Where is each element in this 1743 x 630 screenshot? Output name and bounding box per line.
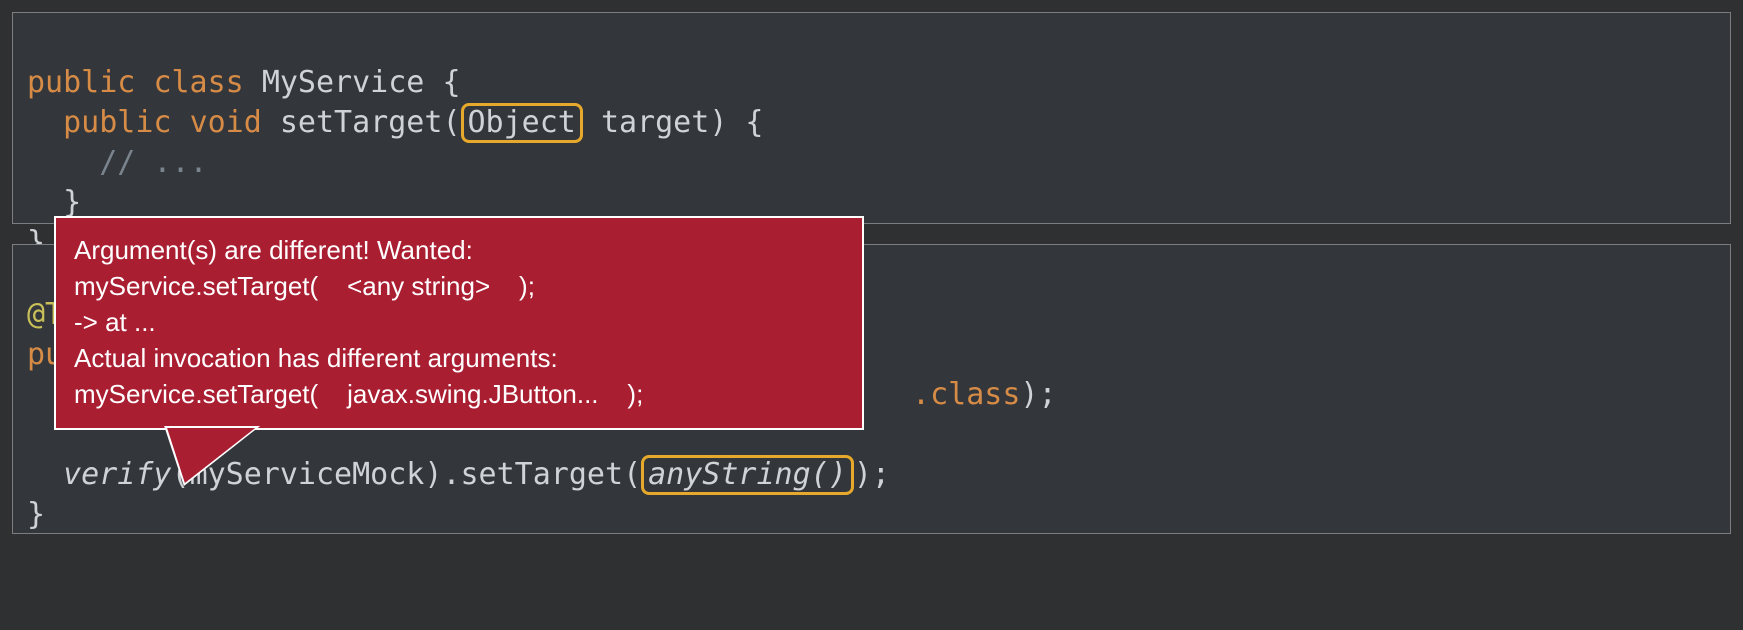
paren-semi: ); bbox=[854, 457, 890, 492]
paren-open: ( bbox=[623, 457, 641, 492]
highlight-anystring: anyString() bbox=[641, 455, 854, 495]
error-callout: Argument(s) are different! Wanted: mySer… bbox=[54, 216, 864, 430]
screenshot-root: public class MyService { public void set… bbox=[0, 0, 1743, 630]
method-call: setTarget bbox=[461, 457, 624, 492]
dot: . bbox=[442, 457, 460, 492]
comment: // ... bbox=[99, 145, 207, 180]
dot: . bbox=[912, 377, 930, 412]
param-name: target bbox=[601, 105, 709, 140]
paren-close-brace: ) { bbox=[709, 105, 763, 140]
keyword-class: class bbox=[930, 377, 1020, 412]
brace: } bbox=[63, 185, 81, 220]
error-line-1: Argument(s) are different! Wanted: bbox=[74, 232, 844, 268]
error-line-4: Actual invocation has different argument… bbox=[74, 340, 844, 376]
method-name: setTarget bbox=[280, 105, 443, 140]
keyword-class: class bbox=[153, 65, 243, 100]
error-line-3: -> at ... bbox=[74, 304, 844, 340]
keyword-public: public bbox=[27, 65, 135, 100]
code-block-class: public class MyService { public void set… bbox=[12, 12, 1731, 224]
keyword-void: void bbox=[190, 105, 262, 140]
brace: } bbox=[27, 497, 45, 532]
error-line-2: myService.setTarget( <any string> ); bbox=[74, 268, 844, 304]
param-type: Object bbox=[468, 105, 576, 140]
matcher-anystring: anyString() bbox=[648, 457, 847, 492]
paren-open: ( bbox=[442, 105, 460, 140]
error-line-5: myService.setTarget( javax.swing.JButton… bbox=[74, 376, 844, 412]
paren-semi: ); bbox=[1020, 377, 1056, 412]
highlight-param-type: Object bbox=[461, 103, 583, 143]
class-name: MyService bbox=[262, 65, 425, 100]
brace: { bbox=[442, 65, 460, 100]
keyword-public: public bbox=[63, 105, 171, 140]
paren-close: ) bbox=[424, 457, 442, 492]
